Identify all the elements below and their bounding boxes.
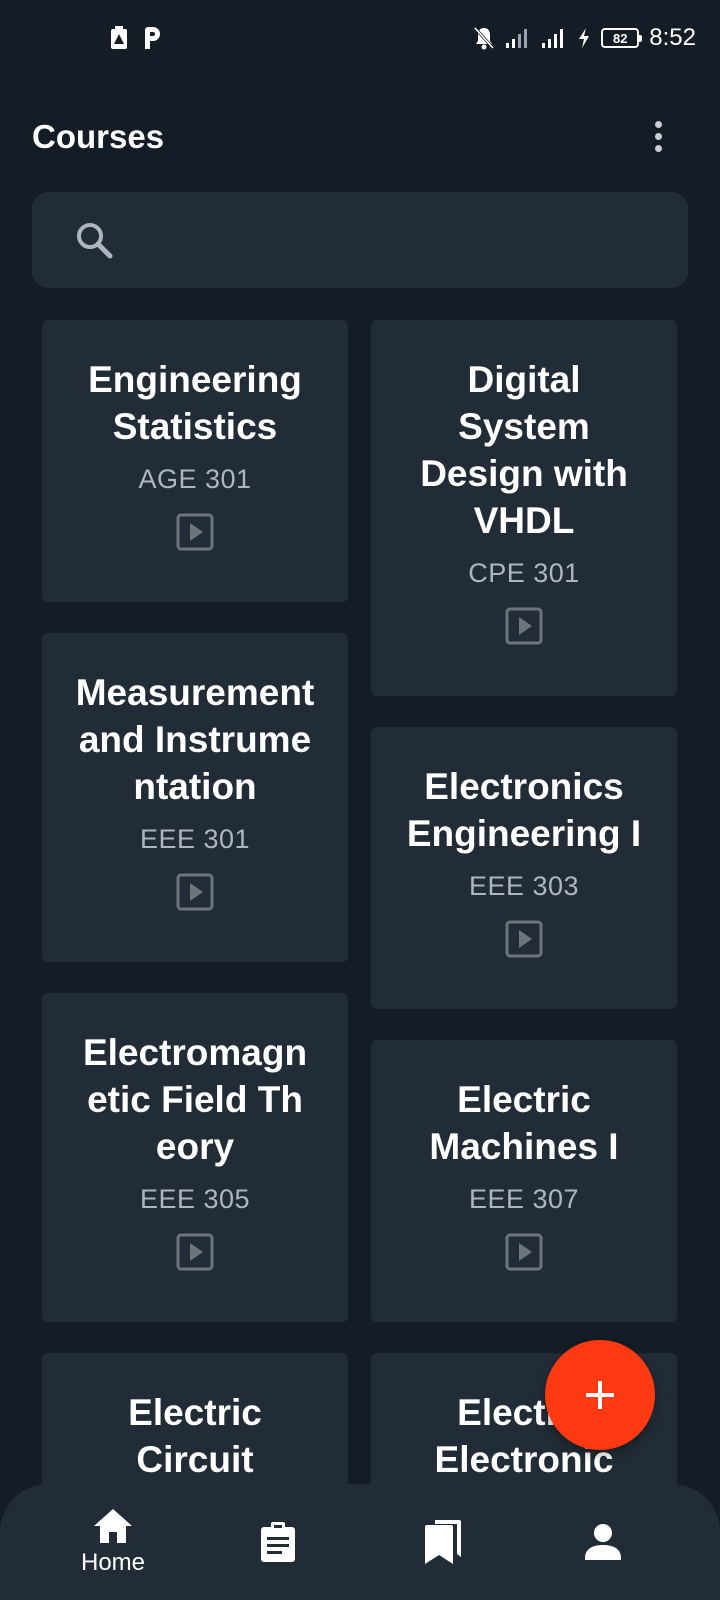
course-code: CPE 301 — [468, 558, 580, 588]
play-icon — [505, 920, 543, 958]
course-card[interactable]: Electric Machines I EEE 307 — [371, 1040, 677, 1322]
course-code: EEE 303 — [468, 871, 580, 901]
bottom-navigation: Home — [0, 1484, 720, 1600]
course-title: Engineering Statistics — [88, 359, 302, 447]
assignment-icon — [261, 1522, 295, 1562]
course-title: Electric Circuit — [128, 1392, 262, 1480]
nav-home-label: Home — [80, 1549, 146, 1576]
course-code: EEE 301 — [139, 824, 251, 854]
course-card[interactable]: Electronics Engineering I EEE 303 — [371, 727, 677, 1009]
course-code: AGE 301 — [138, 464, 252, 494]
course-code: EEE 305 — [139, 1184, 251, 1214]
plus-icon — [586, 1381, 614, 1409]
home-icon — [94, 1509, 132, 1543]
nav-bookmarks[interactable] — [353, 1484, 533, 1600]
course-title: Electric Machines I — [429, 1079, 619, 1167]
course-code: EEE 307 — [468, 1184, 580, 1214]
play-icon — [176, 513, 214, 551]
add-course-button[interactable] — [545, 1340, 655, 1450]
course-title: Electronics Engineering I — [406, 766, 642, 854]
course-card[interactable]: Measurement and Instrumentation EEE 301 — [42, 633, 348, 962]
person-icon — [585, 1524, 621, 1560]
play-icon — [176, 873, 214, 911]
course-card[interactable]: Electromagnetic Field Theory EEE 305 — [42, 993, 348, 1322]
course-title: Digital System Design with VHDL — [420, 359, 628, 541]
nav-profile[interactable] — [513, 1484, 693, 1600]
app-screen: 82 8:52 Courses Engineering Statistics A… — [0, 0, 720, 1600]
course-title: Electromagnetic Field Theory — [82, 1032, 308, 1167]
play-icon — [176, 1233, 214, 1271]
course-card[interactable]: Engineering Statistics AGE 301 — [42, 320, 348, 602]
play-icon — [505, 1233, 543, 1271]
bookmarks-icon — [425, 1520, 461, 1564]
course-title: Measurement and Instrumentation — [75, 672, 315, 807]
nav-assignments[interactable] — [188, 1484, 368, 1600]
course-card[interactable]: Digital System Design with VHDL CPE 301 — [371, 320, 677, 696]
nav-home[interactable]: Home — [23, 1484, 203, 1600]
play-icon — [505, 607, 543, 645]
